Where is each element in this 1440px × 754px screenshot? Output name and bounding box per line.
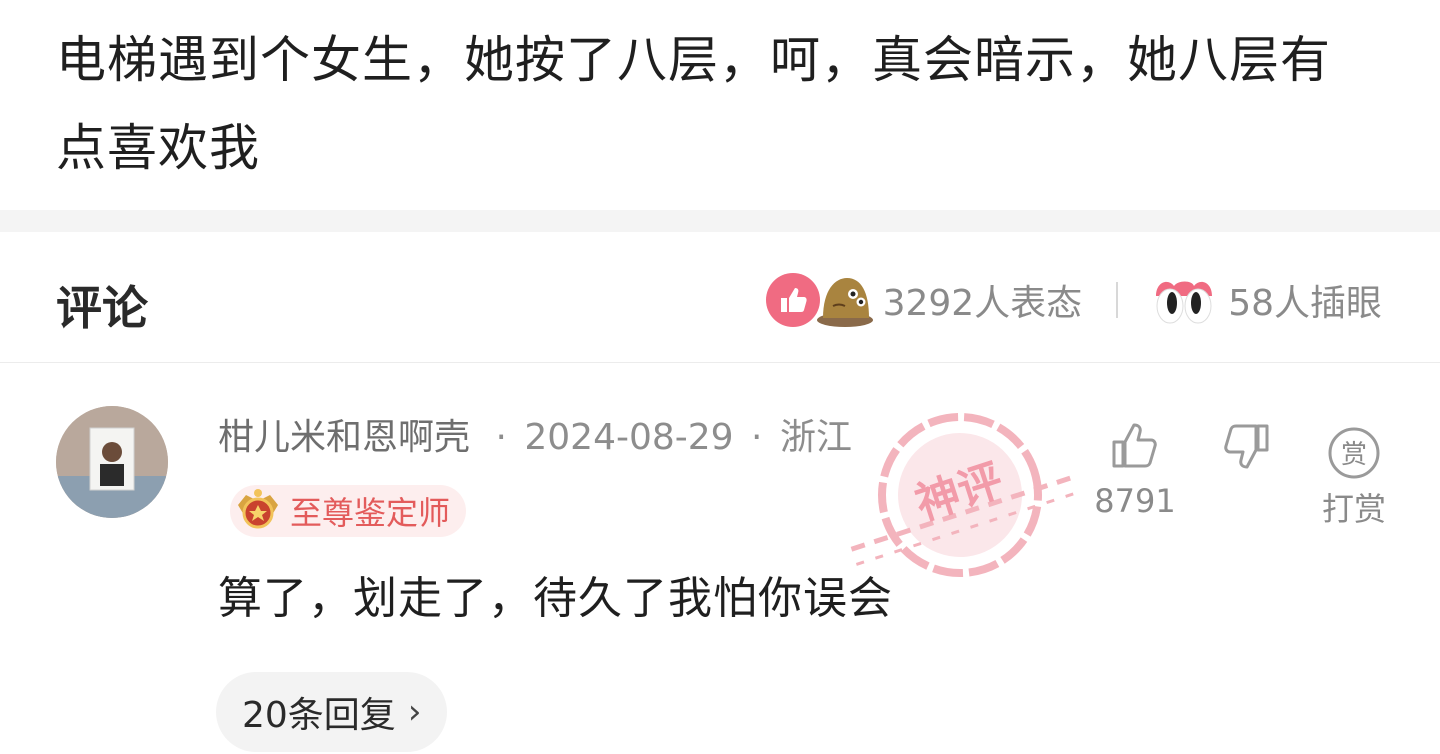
like-button[interactable]: 8791 — [1092, 418, 1178, 520]
meta-separator: · — [495, 417, 507, 458]
reaction-separator — [1116, 282, 1119, 318]
comments-header: 评论 3292人表态 58人插眼 — [0, 232, 1440, 364]
post-text: 电梯遇到个女生，她按了八层，呵，真会暗示，她八层有点喜欢我 — [56, 31, 1331, 177]
chevron-right-icon: › — [407, 692, 422, 732]
meta-separator: · — [751, 417, 763, 458]
badge-label: 至尊鉴定师 — [290, 494, 451, 532]
section-divider — [0, 210, 1440, 232]
tip-button[interactable]: 赏 打赏 — [1318, 426, 1390, 530]
avatar[interactable] — [56, 406, 168, 518]
view-replies-button[interactable]: 20条回复 › — [216, 672, 448, 752]
comment-meta: 柑儿米和恩啊壳 · 2024-08-29 · 浙江 — [218, 408, 852, 460]
comments-title: 评论 — [56, 281, 148, 335]
user-badge[interactable]: 至尊鉴定师 — [230, 485, 467, 537]
thumbs-up-icon — [765, 272, 821, 328]
replies-label: 20条回复 — [242, 695, 396, 736]
header-divider — [0, 362, 1440, 363]
comment-author[interactable]: 柑儿米和恩啊壳 — [218, 417, 470, 458]
thumbs-down-outline-icon — [1224, 424, 1269, 469]
eyes-icon — [1152, 272, 1216, 328]
tip-icon-label: 赏 — [1341, 440, 1367, 470]
tip-label: 打赏 — [1321, 490, 1386, 528]
reaction-count: 3292人表态 — [882, 283, 1083, 324]
thumbs-up-outline-icon — [1112, 423, 1157, 468]
dislike-button[interactable] — [1218, 420, 1274, 474]
eyes-count: 58人插眼 — [1228, 283, 1382, 324]
comment-date: 2024-08-29 — [524, 417, 734, 458]
medal-icon — [232, 485, 284, 537]
mole-emoji-icon — [815, 272, 873, 328]
comment-text: 算了，划走了，待久了我怕你误会 — [218, 573, 893, 624]
like-count: 8791 — [1094, 482, 1176, 520]
reactions-summary[interactable]: 3292人表态 58人插眼 — [765, 272, 1382, 328]
reward-icon: 赏 — [1328, 427, 1380, 479]
